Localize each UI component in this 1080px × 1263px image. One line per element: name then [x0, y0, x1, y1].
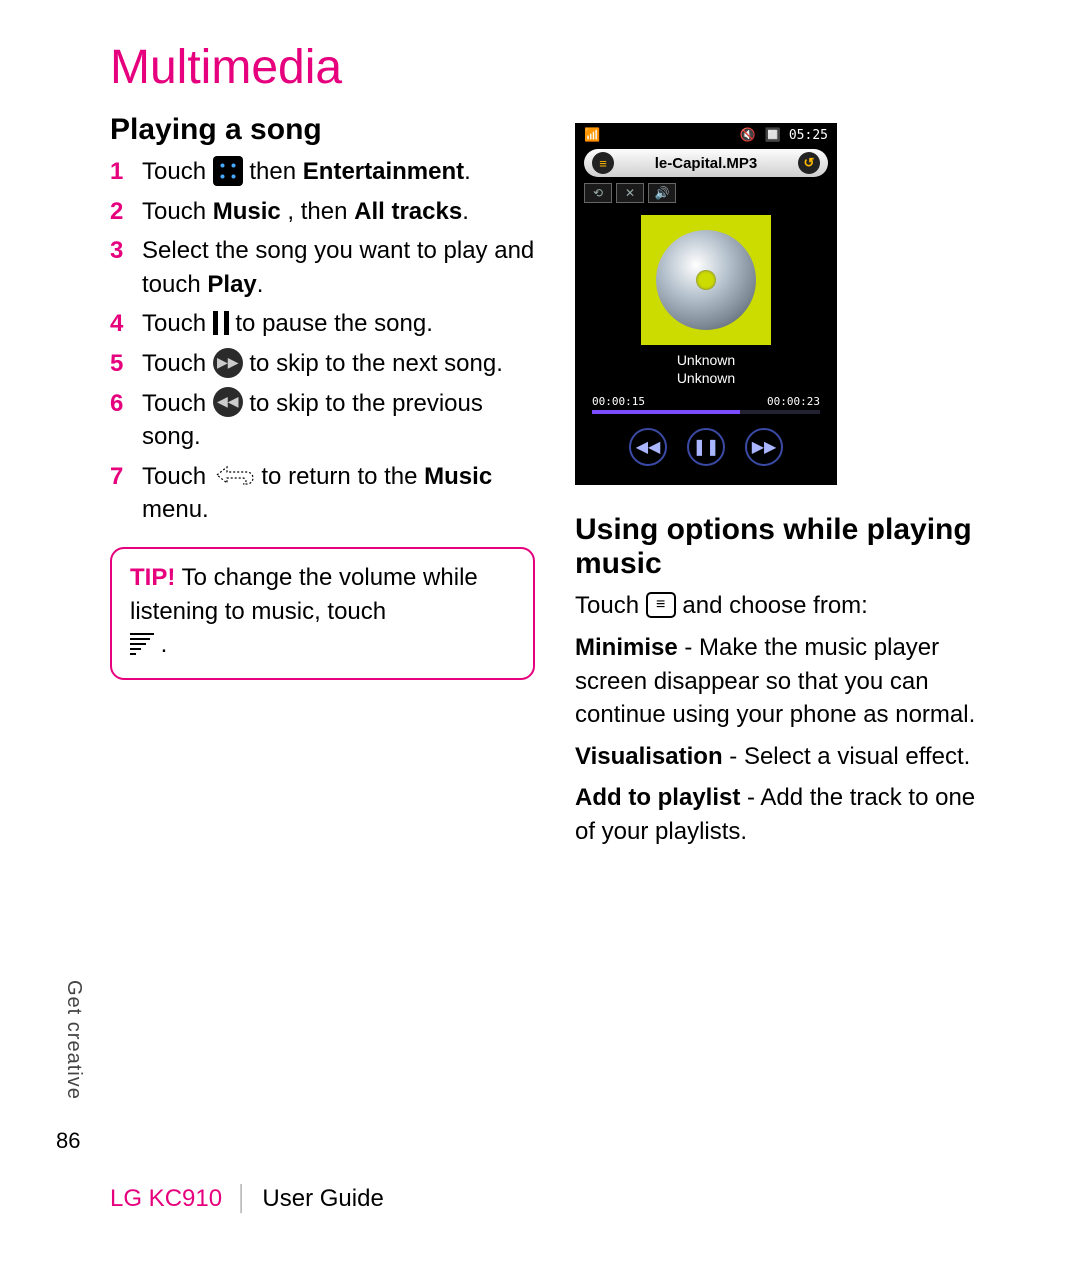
section2-body: Touch ≡ and choose from: Minimise - Make…: [575, 589, 1000, 848]
step-text: , then: [287, 198, 354, 225]
step-2: Touch Music , then All tracks.: [110, 195, 535, 229]
option-add-playlist-label: Add to playlist: [575, 784, 740, 811]
option-minimise-label: Minimise: [575, 634, 678, 661]
step-text: then: [249, 158, 302, 185]
step-bold: Entertainment: [303, 158, 464, 185]
step-7: Touch to return to the Music menu.: [110, 460, 535, 527]
tip-text: To change the volume while listening to …: [130, 564, 478, 625]
speaker-icon: 🔊: [648, 183, 676, 203]
rewind-button: ◀◀: [629, 428, 667, 466]
step-text: Select the song you want to play and tou…: [142, 237, 534, 298]
forward-button: ▶▶: [745, 428, 783, 466]
volume-icon: [130, 633, 154, 655]
step-6: Touch ◀◀ to skip to the previous song.: [110, 387, 535, 454]
step-text: Touch: [142, 390, 213, 417]
body-text: Touch: [575, 592, 646, 619]
option-visualisation-label: Visualisation: [575, 743, 723, 770]
step-text: Touch: [142, 463, 213, 490]
progress-bar: [592, 410, 820, 414]
shuffle-icon: ✕: [616, 183, 644, 203]
phone-screenshot: 📶 🔇 🔲 05:25 ≡ le-Capital.MP3 ↺ ⟲ ✕ 🔊: [575, 123, 837, 485]
step-text: to skip to the next song.: [249, 350, 503, 377]
pause-button: ❚❚: [687, 428, 725, 466]
refresh-icon: ↺: [798, 152, 820, 174]
step-text: Touch: [142, 310, 213, 337]
signal-icon: 📶: [584, 128, 600, 143]
step-text: menu.: [142, 496, 209, 523]
step-bold: Music: [424, 463, 492, 490]
step-3: Select the song you want to play and tou…: [110, 234, 535, 301]
step-bold: Play: [207, 271, 256, 298]
footer-guide: User Guide: [262, 1185, 383, 1212]
step-text: Touch: [142, 198, 213, 225]
option-visualisation-text: - Select a visual effect.: [723, 743, 971, 770]
track-title: Unknown: [578, 351, 834, 369]
page-number: 86: [56, 1128, 80, 1154]
prev-track-icon: ◀◀: [213, 387, 243, 417]
step-text: Touch: [142, 158, 213, 185]
player-toolbar: ⟲ ✕ 🔊: [578, 181, 834, 205]
step-text: to pause the song.: [235, 310, 432, 337]
side-tab: Get creative: [62, 980, 85, 1100]
step-1: Touch then Entertainment.: [110, 155, 535, 189]
battery-icon: 🔲: [765, 128, 781, 143]
track-filename: le-Capital.MP3: [620, 155, 792, 172]
apps-grid-icon: [213, 156, 243, 186]
section-using-options: Using options while playing music: [575, 513, 1000, 581]
body-text: and choose from:: [682, 592, 867, 619]
footer: LG KC910 │ User Guide: [110, 1185, 384, 1213]
section-playing-song: Playing a song: [110, 113, 535, 147]
repeat-icon: ⟲: [584, 183, 612, 203]
step-text: .: [464, 158, 471, 185]
step-4: Touch to pause the song.: [110, 307, 535, 341]
footer-model: LG KC910: [110, 1185, 222, 1212]
step-5: Touch ▶▶ to skip to the next song.: [110, 347, 535, 381]
steps-list: Touch then Entertainment. Touch Music , …: [110, 155, 535, 527]
chapter-title: Multimedia: [110, 40, 1000, 95]
time-total: 00:00:23: [767, 395, 820, 408]
tip-box: TIP! To change the volume while listenin…: [110, 547, 535, 680]
menu-icon: ≡: [646, 592, 676, 618]
list-icon: ≡: [592, 152, 614, 174]
step-text: .: [257, 271, 264, 298]
step-bold: Music: [213, 198, 281, 225]
footer-separator: │: [235, 1185, 250, 1212]
clock: 05:25: [789, 128, 828, 143]
track-artist: Unknown: [578, 369, 834, 387]
now-playing-bar: ≡ le-Capital.MP3 ↺: [584, 149, 828, 177]
step-text: to return to the: [261, 463, 424, 490]
step-bold: All tracks: [354, 198, 462, 225]
disc-icon: [656, 230, 756, 330]
back-icon: [213, 462, 255, 488]
step-text: Touch: [142, 350, 213, 377]
tip-text: .: [154, 631, 167, 658]
step-text: .: [462, 198, 469, 225]
next-track-icon: ▶▶: [213, 348, 243, 378]
time-elapsed: 00:00:15: [592, 395, 645, 408]
pause-icon: [213, 311, 229, 335]
player-body: Unknown Unknown 00:00:15 00:00:23 ◀◀ ❚❚ …: [578, 205, 834, 482]
album-art: [641, 215, 771, 345]
mute-icon: 🔇: [740, 128, 757, 143]
tip-label: TIP!: [130, 564, 175, 591]
phone-status-bar: 📶 🔇 🔲 05:25: [578, 126, 834, 145]
